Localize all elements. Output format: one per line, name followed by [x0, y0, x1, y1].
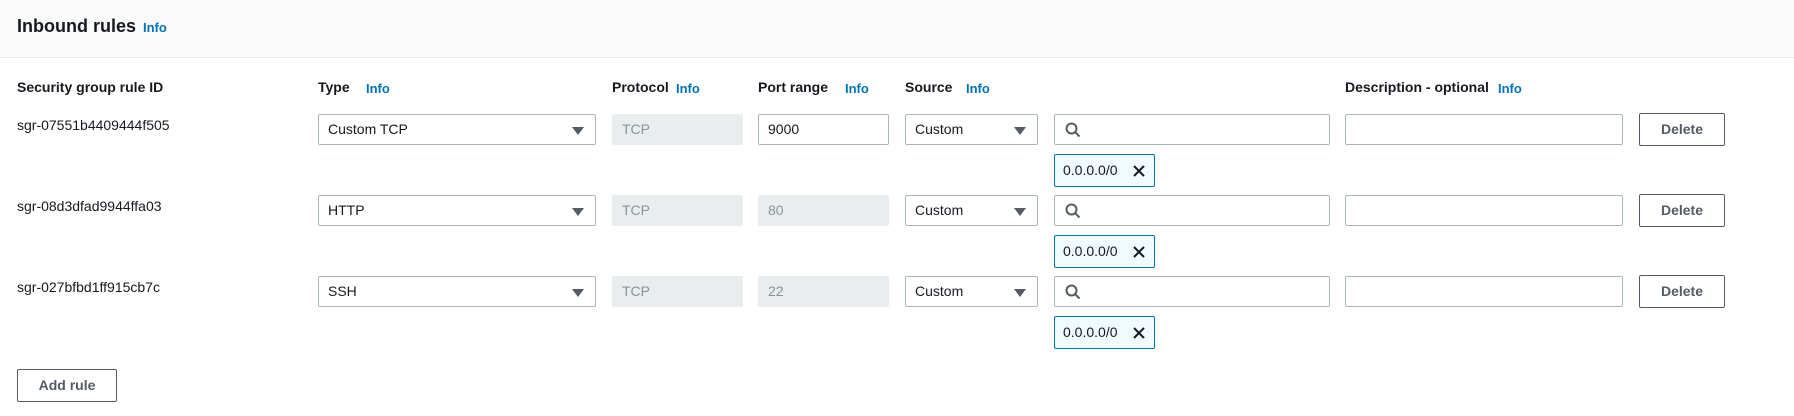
source-cidr-search-input[interactable]	[1054, 276, 1330, 307]
cidr-token-label: 0.0.0.0/0	[1063, 324, 1118, 340]
column-header-protocol: Protocol	[612, 79, 669, 95]
description-input[interactable]	[1345, 114, 1623, 145]
port-range-field: 80	[758, 195, 889, 226]
search-icon	[1065, 122, 1081, 138]
caret-down-icon	[572, 208, 584, 216]
column-header-type: Type	[318, 79, 350, 95]
type-select[interactable]: HTTP	[318, 195, 596, 226]
source-cidr-search-input[interactable]	[1054, 114, 1330, 145]
close-icon[interactable]	[1132, 326, 1146, 340]
source-select[interactable]: Custom	[905, 195, 1038, 226]
cidr-token: 0.0.0.0/0	[1054, 235, 1155, 268]
search-icon	[1065, 203, 1081, 219]
type-select-value: Custom TCP	[328, 121, 408, 137]
delete-rule-button[interactable]: Delete	[1639, 275, 1725, 308]
port-range-info-link[interactable]: Info	[845, 81, 869, 96]
delete-rule-button[interactable]: Delete	[1639, 113, 1725, 146]
add-rule-button[interactable]: Add rule	[17, 369, 117, 402]
description-input[interactable]	[1345, 276, 1623, 307]
protocol-field: TCP	[612, 195, 743, 226]
caret-down-icon	[572, 289, 584, 297]
cidr-token-label: 0.0.0.0/0	[1063, 243, 1118, 259]
type-select-value: HTTP	[328, 202, 365, 218]
type-info-link[interactable]: Info	[366, 81, 390, 96]
source-select-value: Custom	[915, 202, 964, 218]
close-icon[interactable]	[1132, 164, 1146, 178]
port-range-input[interactable]: 9000	[758, 114, 889, 145]
type-select[interactable]: Custom TCP	[318, 114, 596, 145]
source-select[interactable]: Custom	[905, 114, 1038, 145]
port-range-field: 22	[758, 276, 889, 307]
rule-id: sgr-08d3dfad9944ffa03	[17, 198, 162, 214]
rule-id: sgr-027bfbd1ff915cb7c	[17, 279, 160, 295]
column-header-source: Source	[905, 79, 953, 95]
description-input[interactable]	[1345, 195, 1623, 226]
search-icon	[1065, 284, 1081, 300]
caret-down-icon	[572, 127, 584, 135]
close-icon[interactable]	[1132, 245, 1146, 259]
type-select[interactable]: SSH	[318, 276, 596, 307]
protocol-info-link[interactable]: Info	[676, 81, 700, 96]
type-select-value: SSH	[328, 283, 357, 299]
source-select-value: Custom	[915, 121, 964, 137]
caret-down-icon	[1014, 127, 1026, 135]
caret-down-icon	[1014, 289, 1026, 297]
inbound-rules-header: Inbound rules Info	[0, 0, 1794, 58]
cidr-token-label: 0.0.0.0/0	[1063, 162, 1118, 178]
cidr-token: 0.0.0.0/0	[1054, 154, 1155, 187]
rule-id: sgr-07551b4409444f505	[17, 117, 170, 133]
description-info-link[interactable]: Info	[1498, 81, 1522, 96]
protocol-field: TCP	[612, 276, 743, 307]
delete-rule-button[interactable]: Delete	[1639, 194, 1725, 227]
source-select-value: Custom	[915, 283, 964, 299]
column-header-port-range: Port range	[758, 79, 829, 95]
column-header-rule-id: Security group rule ID	[17, 79, 164, 95]
source-info-link[interactable]: Info	[966, 81, 990, 96]
caret-down-icon	[1014, 208, 1026, 216]
source-cidr-search-input[interactable]	[1054, 195, 1330, 226]
protocol-field: TCP	[612, 114, 743, 145]
title-info-link[interactable]: Info	[143, 20, 167, 35]
page-title: Inbound rules	[17, 16, 136, 36]
cidr-token: 0.0.0.0/0	[1054, 316, 1155, 349]
source-select[interactable]: Custom	[905, 276, 1038, 307]
column-header-description: Description - optional	[1345, 79, 1489, 95]
